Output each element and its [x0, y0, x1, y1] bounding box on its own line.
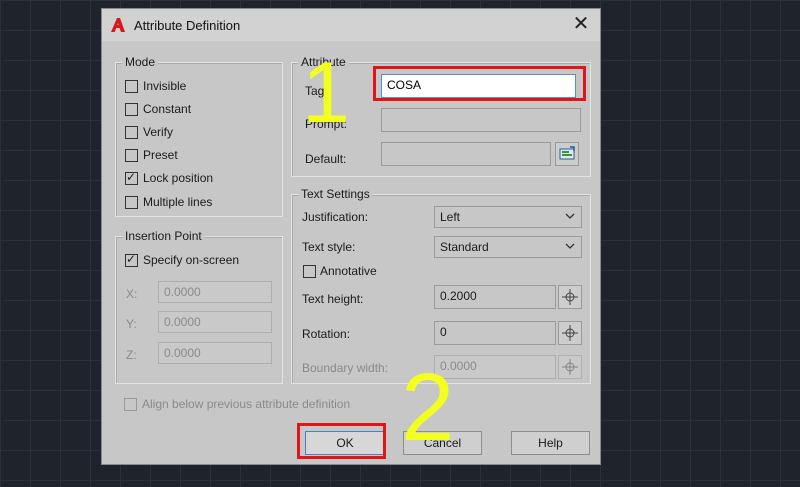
z-label: Z:: [126, 348, 137, 362]
crosshair-icon: [559, 359, 581, 381]
specify-on-screen-checkbox[interactable]: [125, 252, 138, 267]
boundary-width-pick-button[interactable]: [558, 355, 582, 379]
ok-highlight-box: [297, 423, 386, 459]
step-1-annotation: 1: [302, 45, 350, 141]
lock-position-checkbox[interactable]: [125, 170, 138, 185]
default-label: Default:: [305, 152, 347, 166]
invisible-label: Invisible: [143, 79, 187, 93]
text-style-label: Text style:: [302, 240, 356, 254]
boundary-width-label: Boundary width:: [302, 361, 389, 375]
step-2-annotation: 2: [401, 354, 455, 461]
insertion-point-title: Insertion Point: [122, 229, 205, 243]
text-style-value: Standard: [440, 240, 489, 254]
specify-on-screen-label: Specify on-screen: [143, 253, 240, 267]
text-height-pick-button[interactable]: [558, 285, 582, 309]
tag-highlight-box: [373, 66, 586, 101]
constant-label: Constant: [143, 102, 192, 116]
help-button[interactable]: Help: [511, 431, 590, 455]
multiple-lines-label: Multiple lines: [143, 195, 213, 209]
verify-label: Verify: [143, 125, 174, 139]
y-field[interactable]: 0.0000: [158, 311, 272, 333]
z-field[interactable]: 0.0000: [158, 342, 272, 364]
text-style-select[interactable]: Standard: [434, 236, 582, 258]
multiple-lines-checkbox[interactable]: [125, 196, 138, 209]
crosshair-icon: [559, 325, 581, 347]
insertion-point-group: Insertion Point Specify on-screen X: 0.0…: [115, 229, 283, 384]
x-field[interactable]: 0.0000: [158, 281, 272, 303]
lock-position-label: Lock position: [143, 171, 214, 185]
rotation-pick-button[interactable]: [558, 321, 582, 345]
mode-group: Mode Invisible Constant Verify Preset Lo…: [115, 55, 283, 217]
verify-checkbox[interactable]: [125, 126, 138, 139]
rotation-label: Rotation:: [302, 327, 351, 341]
autocad-icon: [110, 17, 126, 33]
x-label: X:: [126, 287, 138, 301]
default-input[interactable]: [381, 142, 551, 166]
justification-value: Left: [440, 210, 461, 224]
chevron-down-icon: [565, 240, 575, 256]
text-settings-title: Text Settings: [298, 187, 373, 201]
title-bar[interactable]: Attribute Definition ✕: [102, 9, 600, 41]
text-height-input[interactable]: 0.2000: [434, 285, 556, 309]
y-label: Y:: [126, 317, 137, 331]
constant-checkbox[interactable]: [125, 103, 138, 116]
annotative-label: Annotative: [320, 264, 377, 278]
preset-checkbox[interactable]: [125, 149, 138, 162]
rotation-input[interactable]: 0: [434, 321, 556, 345]
insert-field-icon: [556, 146, 578, 168]
text-height-label: Text height:: [302, 292, 364, 306]
dialog-title: Attribute Definition: [134, 18, 241, 33]
annotative-checkbox[interactable]: [303, 265, 316, 278]
chevron-down-icon: [565, 210, 575, 226]
justification-select[interactable]: Left: [434, 206, 582, 228]
align-below-checkbox[interactable]: [124, 398, 137, 411]
crosshair-icon: [559, 289, 581, 311]
justification-label: Justification:: [302, 210, 369, 224]
mode-group-title: Mode: [122, 55, 159, 69]
insert-field-button[interactable]: [555, 142, 579, 166]
preset-label: Preset: [143, 148, 178, 162]
align-below-label: Align below previous attribute definitio…: [142, 397, 351, 411]
prompt-input[interactable]: [381, 108, 581, 132]
close-icon[interactable]: ✕: [570, 13, 592, 35]
invisible-checkbox[interactable]: [125, 80, 138, 93]
